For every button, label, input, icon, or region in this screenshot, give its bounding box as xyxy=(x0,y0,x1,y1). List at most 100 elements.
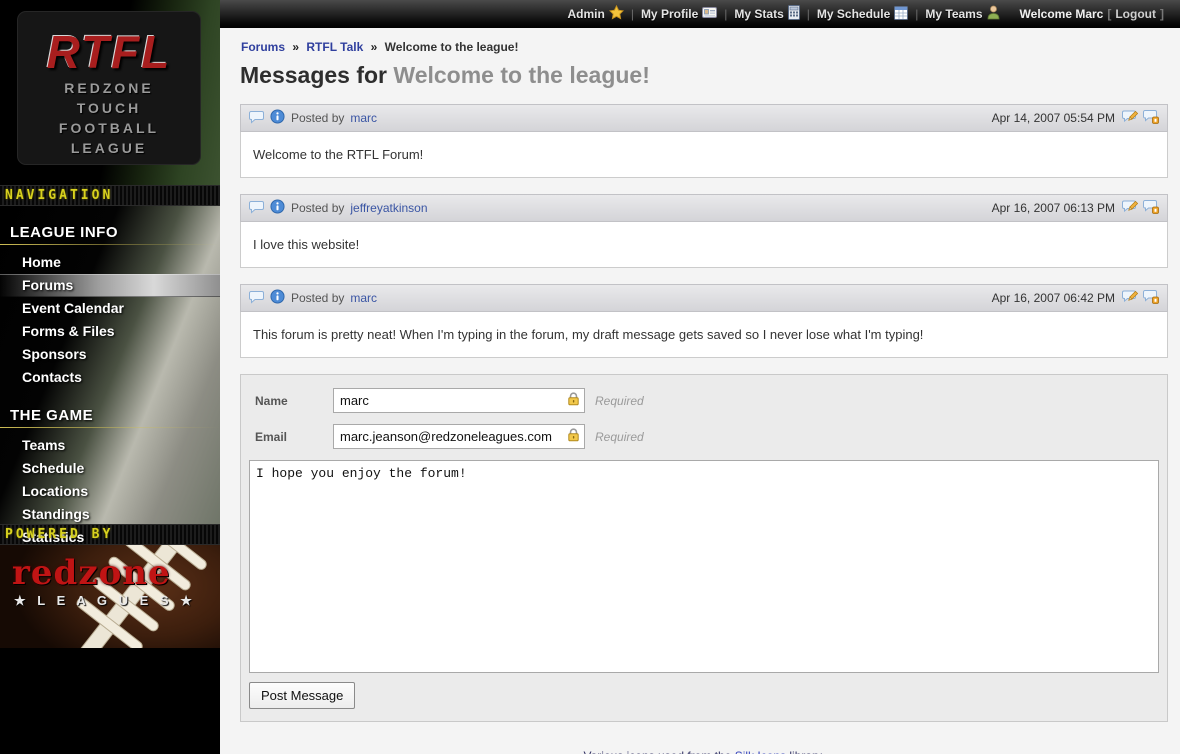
section-title-league-info: LEAGUE INFO xyxy=(0,218,220,244)
footer-text: Various icons used from the xyxy=(584,749,735,754)
topbar-item-my-profile[interactable]: My Profile xyxy=(641,6,717,22)
comment-icon xyxy=(249,200,264,217)
redzone-leagues-logo[interactable]: redzone ★ L E A G U E S ★ xyxy=(0,545,220,648)
posted-by-label: Posted by xyxy=(291,201,344,215)
main-content: Forums » RTFL Talk » Welcome to the leag… xyxy=(220,28,1180,754)
spacer xyxy=(0,389,220,401)
delete-comment-icon[interactable] xyxy=(1143,109,1159,127)
message-textarea[interactable]: I hope you enjoy the forum! xyxy=(249,460,1159,673)
sidebar-item-sponsors[interactable]: Sponsors xyxy=(0,343,220,366)
posted-by-label: Posted by xyxy=(291,291,344,305)
breadcrumb-link-rtfl-talk[interactable]: RTFL Talk xyxy=(306,40,363,54)
topbar-item-label: My Schedule xyxy=(817,7,890,21)
logout-button[interactable]: Logout xyxy=(1115,7,1156,21)
logo-line: REDZONE xyxy=(18,78,200,98)
email-label: Email xyxy=(249,430,333,444)
edit-comment-icon[interactable] xyxy=(1122,109,1138,127)
league-logo: RTFL REDZONE TOUCH FOOTBALL LEAGUE xyxy=(0,0,220,185)
schedule-icon xyxy=(894,6,908,23)
section-divider xyxy=(0,427,220,428)
logo-line: LEAGUE xyxy=(18,138,200,158)
message-actions xyxy=(1122,289,1159,307)
section-title-the-game: THE GAME xyxy=(0,401,220,427)
logout-bracket: [ xyxy=(1107,7,1111,21)
powered-by-header: POWERED BY xyxy=(0,524,220,545)
post-message-button[interactable]: Post Message xyxy=(249,682,355,709)
logo-line: FOOTBALL xyxy=(18,118,200,138)
comment-icon xyxy=(249,110,264,127)
email-row: Email Required xyxy=(249,424,1159,449)
topbar-item-admin[interactable]: Admin xyxy=(567,5,623,23)
topbar-item-label: My Stats xyxy=(734,7,783,21)
comment-icon xyxy=(249,290,264,307)
name-label: Name xyxy=(249,394,333,408)
lock-icon xyxy=(567,428,580,447)
sidebar-item-home[interactable]: Home xyxy=(0,251,220,274)
topbar-item-my-schedule[interactable]: My Schedule xyxy=(817,6,908,23)
message-date: Apr 16, 2007 06:42 PM xyxy=(992,291,1115,305)
topbar-separator: | xyxy=(915,7,918,21)
topbar-item-label: My Teams xyxy=(925,7,982,21)
sidebar-item-contacts[interactable]: Contacts xyxy=(0,366,220,389)
post-message-form: Name Required Email Required I hope you … xyxy=(240,374,1168,722)
forum-message: Posted by marc Apr 14, 2007 05:54 PM Wel… xyxy=(240,104,1168,178)
logout-bracket: ] xyxy=(1160,7,1164,21)
author-link[interactable]: marc xyxy=(350,111,377,125)
sidebar-nav: LEAGUE INFO Home Forums Event Calendar F… xyxy=(0,206,220,524)
sidebar: RTFL REDZONE TOUCH FOOTBALL LEAGUE NAVIG… xyxy=(0,0,220,754)
lock-icon xyxy=(567,392,580,411)
forum-message: Posted by jeffreyatkinson Apr 16, 2007 0… xyxy=(240,194,1168,268)
page-title: Messages for Welcome to the league! xyxy=(240,62,1168,89)
section-divider xyxy=(0,244,220,245)
sidebar-item-forms-files[interactable]: Forms & Files xyxy=(0,320,220,343)
name-input-wrap xyxy=(333,388,585,413)
name-input[interactable] xyxy=(333,388,585,413)
topbar-item-my-teams[interactable]: My Teams xyxy=(925,5,999,23)
email-input-wrap xyxy=(333,424,585,449)
sidebar-item-teams[interactable]: Teams xyxy=(0,434,220,457)
required-label: Required xyxy=(595,430,644,444)
sidebar-filler xyxy=(0,648,220,754)
sidebar-item-standings[interactable]: Standings xyxy=(0,503,220,526)
message-actions xyxy=(1122,109,1159,127)
edit-comment-icon[interactable] xyxy=(1122,199,1138,217)
email-input[interactable] xyxy=(333,424,585,449)
leagues-wordmark: ★ L E A G U E S ★ xyxy=(14,593,196,609)
info-icon[interactable] xyxy=(270,199,285,217)
author-link[interactable]: marc xyxy=(350,291,377,305)
sidebar-item-forums[interactable]: Forums xyxy=(0,274,220,297)
welcome-text: Welcome Marc xyxy=(1020,7,1104,21)
message-header: Posted by jeffreyatkinson Apr 16, 2007 0… xyxy=(240,194,1168,222)
delete-comment-icon[interactable] xyxy=(1143,199,1159,217)
message-date: Apr 14, 2007 05:54 PM xyxy=(992,111,1115,125)
league-logo-text: REDZONE TOUCH FOOTBALL LEAGUE xyxy=(18,78,200,158)
breadcrumb: Forums » RTFL Talk » Welcome to the leag… xyxy=(240,38,1168,54)
breadcrumb-link-forums[interactable]: Forums xyxy=(241,40,285,54)
navigation-header: NAVIGATION xyxy=(0,185,220,206)
edit-comment-icon[interactable] xyxy=(1122,289,1138,307)
author-link[interactable]: jeffreyatkinson xyxy=(350,201,427,215)
message-header-left: Posted by jeffreyatkinson xyxy=(249,199,992,217)
breadcrumb-separator: » xyxy=(371,40,378,54)
message-header: Posted by marc Apr 16, 2007 06:42 PM xyxy=(240,284,1168,312)
message-header: Posted by marc Apr 14, 2007 05:54 PM xyxy=(240,104,1168,132)
delete-comment-icon[interactable] xyxy=(1143,289,1159,307)
calculator-icon xyxy=(788,5,800,23)
topbar-item-label: My Profile xyxy=(641,7,698,21)
breadcrumb-separator: » xyxy=(292,40,299,54)
topbar-item-my-stats[interactable]: My Stats xyxy=(734,5,799,23)
sidebar-item-schedule[interactable]: Schedule xyxy=(0,457,220,480)
league-logo-box: RTFL REDZONE TOUCH FOOTBALL LEAGUE xyxy=(18,12,200,164)
info-icon[interactable] xyxy=(270,289,285,307)
league-logo-acronym: RTFL xyxy=(18,26,200,78)
message-body: Welcome to the RTFL Forum! xyxy=(240,132,1168,178)
page-footer: Various icons used from the Silk Icons l… xyxy=(240,749,1168,754)
vcard-icon xyxy=(702,6,717,22)
sidebar-item-event-calendar[interactable]: Event Calendar xyxy=(0,297,220,320)
sidebar-item-locations[interactable]: Locations xyxy=(0,480,220,503)
user-icon xyxy=(987,5,1000,23)
required-label: Required xyxy=(595,394,644,408)
info-icon[interactable] xyxy=(270,109,285,127)
topbar-separator: | xyxy=(724,7,727,21)
silk-icons-link[interactable]: Silk Icons xyxy=(735,749,786,754)
